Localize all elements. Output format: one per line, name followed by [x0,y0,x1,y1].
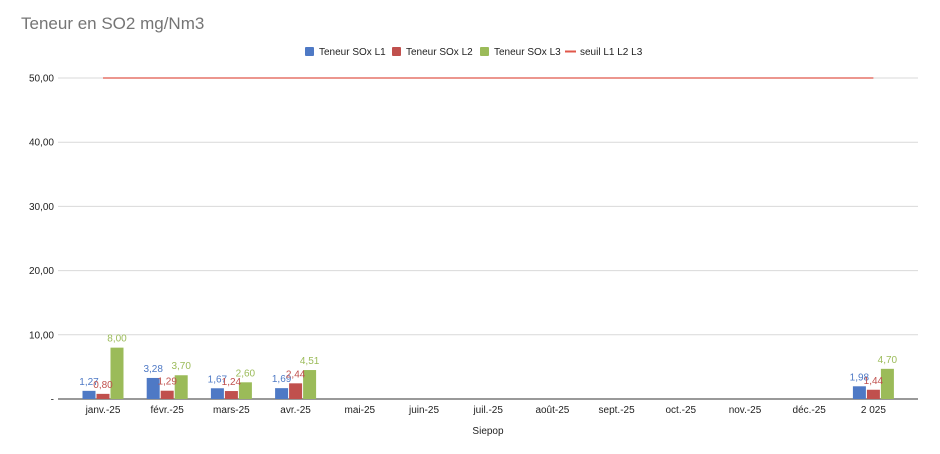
x-tick-label: févr.-25 [151,405,185,416]
data-labels: 1,273,281,67 1,69 1,980,80 1,29 1,242,441,44… [79,334,897,391]
data-label: 4,51 [300,356,320,367]
data-label: 2,44 [286,369,306,380]
x-tick-label: mai-25 [345,405,376,416]
x-axis-categories: janv.-25 févr.-25 mars-25 avr.-25 mai-25 juin… [85,405,887,416]
x-tick-label: juin-25 [408,405,439,416]
x-tick-label: nov.-25 [729,405,762,416]
data-label: 8,00 [107,334,127,345]
legend-swatch [480,47,489,56]
x-tick-label: déc.-25 [793,405,827,416]
x-tick-label: avr.-25 [280,405,311,416]
bar [224,391,238,399]
y-tick-label: 50,00 [29,74,54,85]
legend-label: seuil L1 L2 L3 [580,47,643,58]
bar [852,386,866,399]
bar [866,389,880,399]
y-tick-label: 30,00 [29,202,54,213]
data-label: 2,60 [236,368,256,379]
x-tick-label: 2 025 [861,405,886,416]
bars [82,347,894,399]
legend-label: Teneur SOx L2 [406,47,473,58]
x-tick-label: janv.-25 [85,405,121,416]
y-tick-label: 10,00 [29,330,54,341]
data-label: 3,70 [171,361,191,372]
x-tick-label: oct.-25 [666,405,697,416]
bar [82,390,96,399]
data-label: 3,28 [143,364,163,375]
x-tick-label: sept.-25 [599,405,636,416]
legend-swatch [392,47,401,56]
x-axis-title: Siepop [472,426,504,437]
legend-label: Teneur SOx L3 [494,47,561,58]
y-tick-label: 40,00 [29,138,54,149]
y-tick-label: - [51,395,54,406]
bar [160,390,174,399]
y-axis-ticks: - 10,00 20,00 30,00 40,00 50,00 [29,74,54,406]
data-label: 4,70 [878,355,898,366]
legend-swatch [305,47,314,56]
gridlines [58,77,918,400]
bar [210,388,224,399]
bar [289,383,303,399]
bar [110,347,124,399]
y-tick-label: 20,00 [29,266,54,277]
x-tick-label: mars-25 [213,405,250,416]
data-label: 1,44 [864,376,884,387]
data-label: 0,80 [93,380,113,391]
x-tick-label: juil.-25 [472,405,503,416]
legend: Teneur SOx L1 Teneur SOx L2 Teneur SOx L3 s… [305,47,643,58]
bar [275,388,289,399]
x-tick-label: août-25 [535,405,569,416]
legend-label: Teneur SOx L1 [319,47,386,58]
bar [96,393,110,399]
data-label: 1,29 [157,377,177,388]
chart-svg: -10,0020,0030,0040,0050,00 1,273,281,67 1… [29,47,918,437]
